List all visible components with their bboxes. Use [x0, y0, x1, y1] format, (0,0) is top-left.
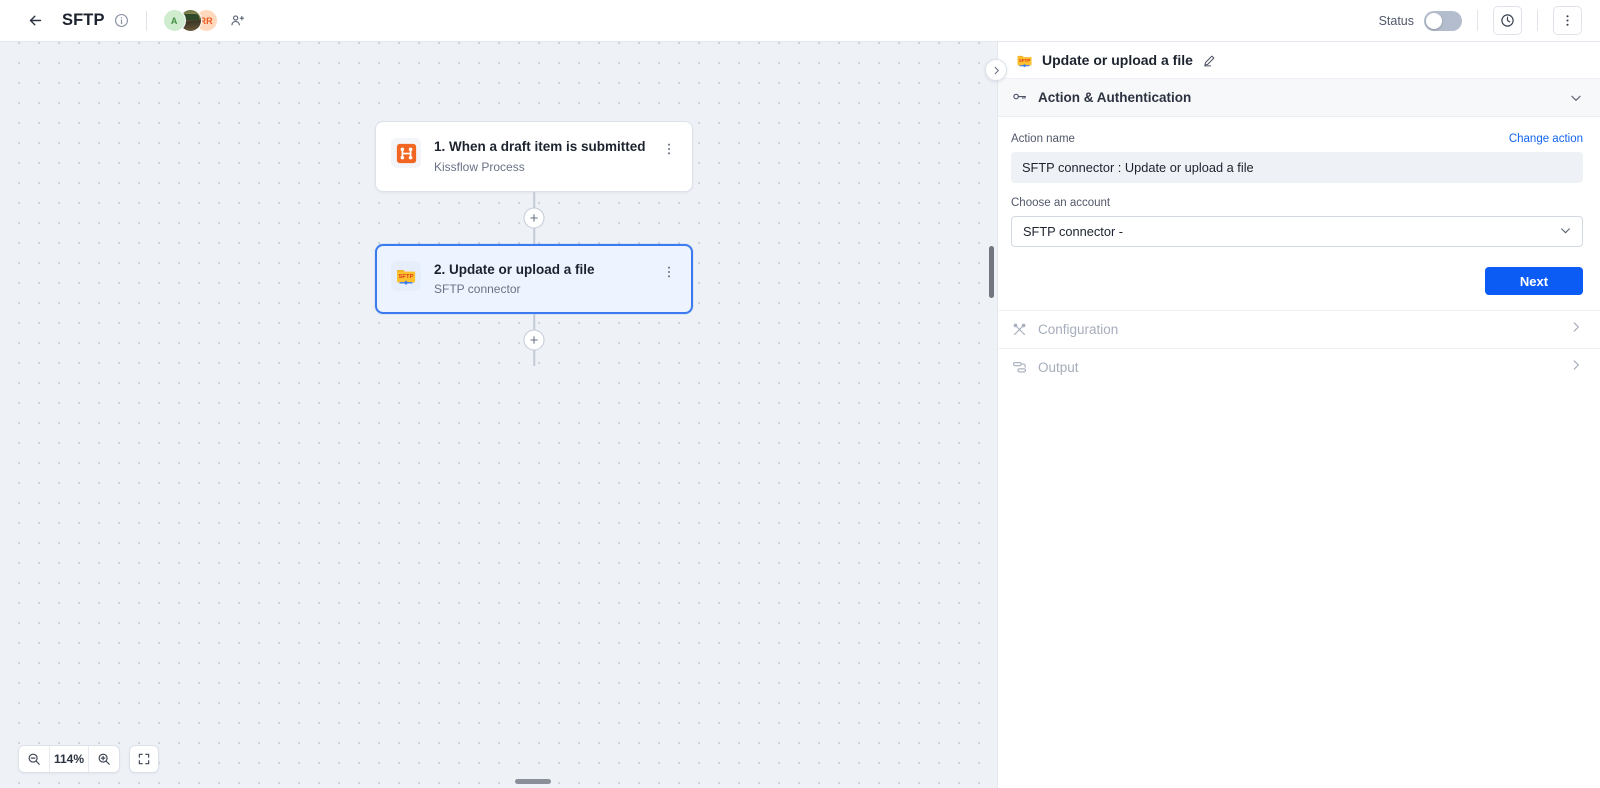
section-header-output[interactable]: Output [998, 348, 1600, 386]
node-text: 1. When a draft item is submitted Kissfl… [434, 137, 660, 176]
top-bar-left: SFTP A RR [0, 8, 245, 34]
history-button[interactable] [1493, 6, 1522, 35]
sftp-connector-icon: SFTP [1016, 52, 1033, 69]
key-icon [1011, 90, 1027, 106]
section-header-configuration[interactable]: Configuration [998, 310, 1600, 348]
zoom-out-icon[interactable] [19, 746, 49, 772]
section-header-action-authentication[interactable]: Action & Authentication [998, 79, 1600, 117]
section-label: Configuration [1038, 322, 1119, 337]
svg-text:SFTP: SFTP [399, 274, 414, 280]
sftp-connector-icon: SFTP [391, 260, 421, 291]
pencil-icon[interactable] [1203, 54, 1216, 67]
workflow-node-action[interactable]: SFTP 2. Update or upload a file SFTP con… [375, 243, 693, 315]
section-footer: Next [1011, 267, 1583, 310]
chevron-down-icon [1559, 224, 1572, 240]
section-label: Action & Authentication [1038, 90, 1192, 105]
chevron-down-icon[interactable] [1569, 91, 1583, 105]
section-body-action-authentication: Action name Change action SFTP connector… [998, 117, 1600, 310]
action-name-value: SFTP connector : Update or upload a file [1011, 152, 1583, 183]
avatar[interactable]: A [162, 9, 186, 32]
info-circle-icon[interactable] [114, 13, 130, 29]
connector [375, 314, 693, 367]
kissflow-process-icon [391, 138, 421, 168]
canvas-horizontal-scrollbar[interactable] [515, 779, 551, 784]
fit-to-screen-icon[interactable] [129, 745, 159, 773]
add-step-button[interactable] [523, 329, 545, 351]
output-flow-icon [1011, 360, 1027, 376]
header-divider [145, 10, 147, 31]
zoom-level[interactable]: 114% [49, 746, 89, 772]
status-toggle[interactable] [1424, 10, 1462, 31]
zoom-group: 114% [18, 745, 120, 773]
panel-title: Update or upload a file [1042, 52, 1193, 68]
workflow-canvas[interactable]: 1. When a draft item is submitted Kissfl… [0, 42, 997, 788]
add-step-button[interactable] [523, 207, 545, 229]
action-name-row: Action name Change action [1011, 133, 1583, 145]
page-title: SFTP [62, 11, 105, 29]
node-subtitle: Kissflow Process [434, 159, 525, 174]
tools-icon [1011, 322, 1027, 338]
change-action-link[interactable]: Change action [1509, 133, 1583, 145]
back-button[interactable] [22, 8, 48, 34]
toolbar-divider [1477, 10, 1478, 31]
canvas-vertical-scrollbar[interactable] [989, 246, 994, 298]
node-title: 2. Update or upload a file [434, 261, 595, 277]
top-bar: SFTP A RR Status [0, 0, 1600, 42]
workflow-node-trigger[interactable]: 1. When a draft item is submitted Kissfl… [375, 121, 693, 192]
top-bar-right: Status [1379, 6, 1600, 35]
node-menu-icon[interactable] [660, 262, 678, 282]
more-menu-button[interactable] [1553, 6, 1582, 35]
zoom-controls: 114% [18, 745, 159, 773]
node-menu-icon[interactable] [660, 139, 678, 159]
section-label: Output [1038, 360, 1079, 375]
account-select-value: SFTP connector - [1023, 224, 1124, 239]
choose-account-label: Choose an account [1011, 197, 1111, 209]
avatar-group[interactable]: A RR [162, 9, 218, 32]
toggle-knob [1426, 12, 1442, 29]
panel-header: SFTP Update or upload a file [998, 42, 1600, 79]
action-detail-panel: SFTP Update or upload a file Action & Au… [997, 42, 1600, 788]
action-name-label: Action name [1011, 133, 1075, 145]
connector [375, 191, 693, 244]
svg-text:SFTP: SFTP [1019, 58, 1031, 63]
zoom-in-icon[interactable] [89, 746, 119, 772]
node-text: 2. Update or upload a file SFTP connecto… [434, 260, 660, 299]
chevron-right-icon [1569, 320, 1583, 339]
chevron-right-icon [1569, 358, 1583, 377]
add-person-icon[interactable] [230, 13, 245, 28]
workflow-flow: 1. When a draft item is submitted Kissfl… [375, 121, 693, 367]
toolbar-divider [1537, 10, 1538, 31]
node-subtitle: SFTP connector [434, 282, 521, 297]
node-title: 1. When a draft item is submitted [434, 139, 646, 154]
status-label: Status [1378, 13, 1414, 28]
next-button[interactable]: Next [1485, 267, 1583, 295]
account-select[interactable]: SFTP connector - [1011, 216, 1583, 247]
panel-collapse-button[interactable] [985, 59, 1007, 81]
